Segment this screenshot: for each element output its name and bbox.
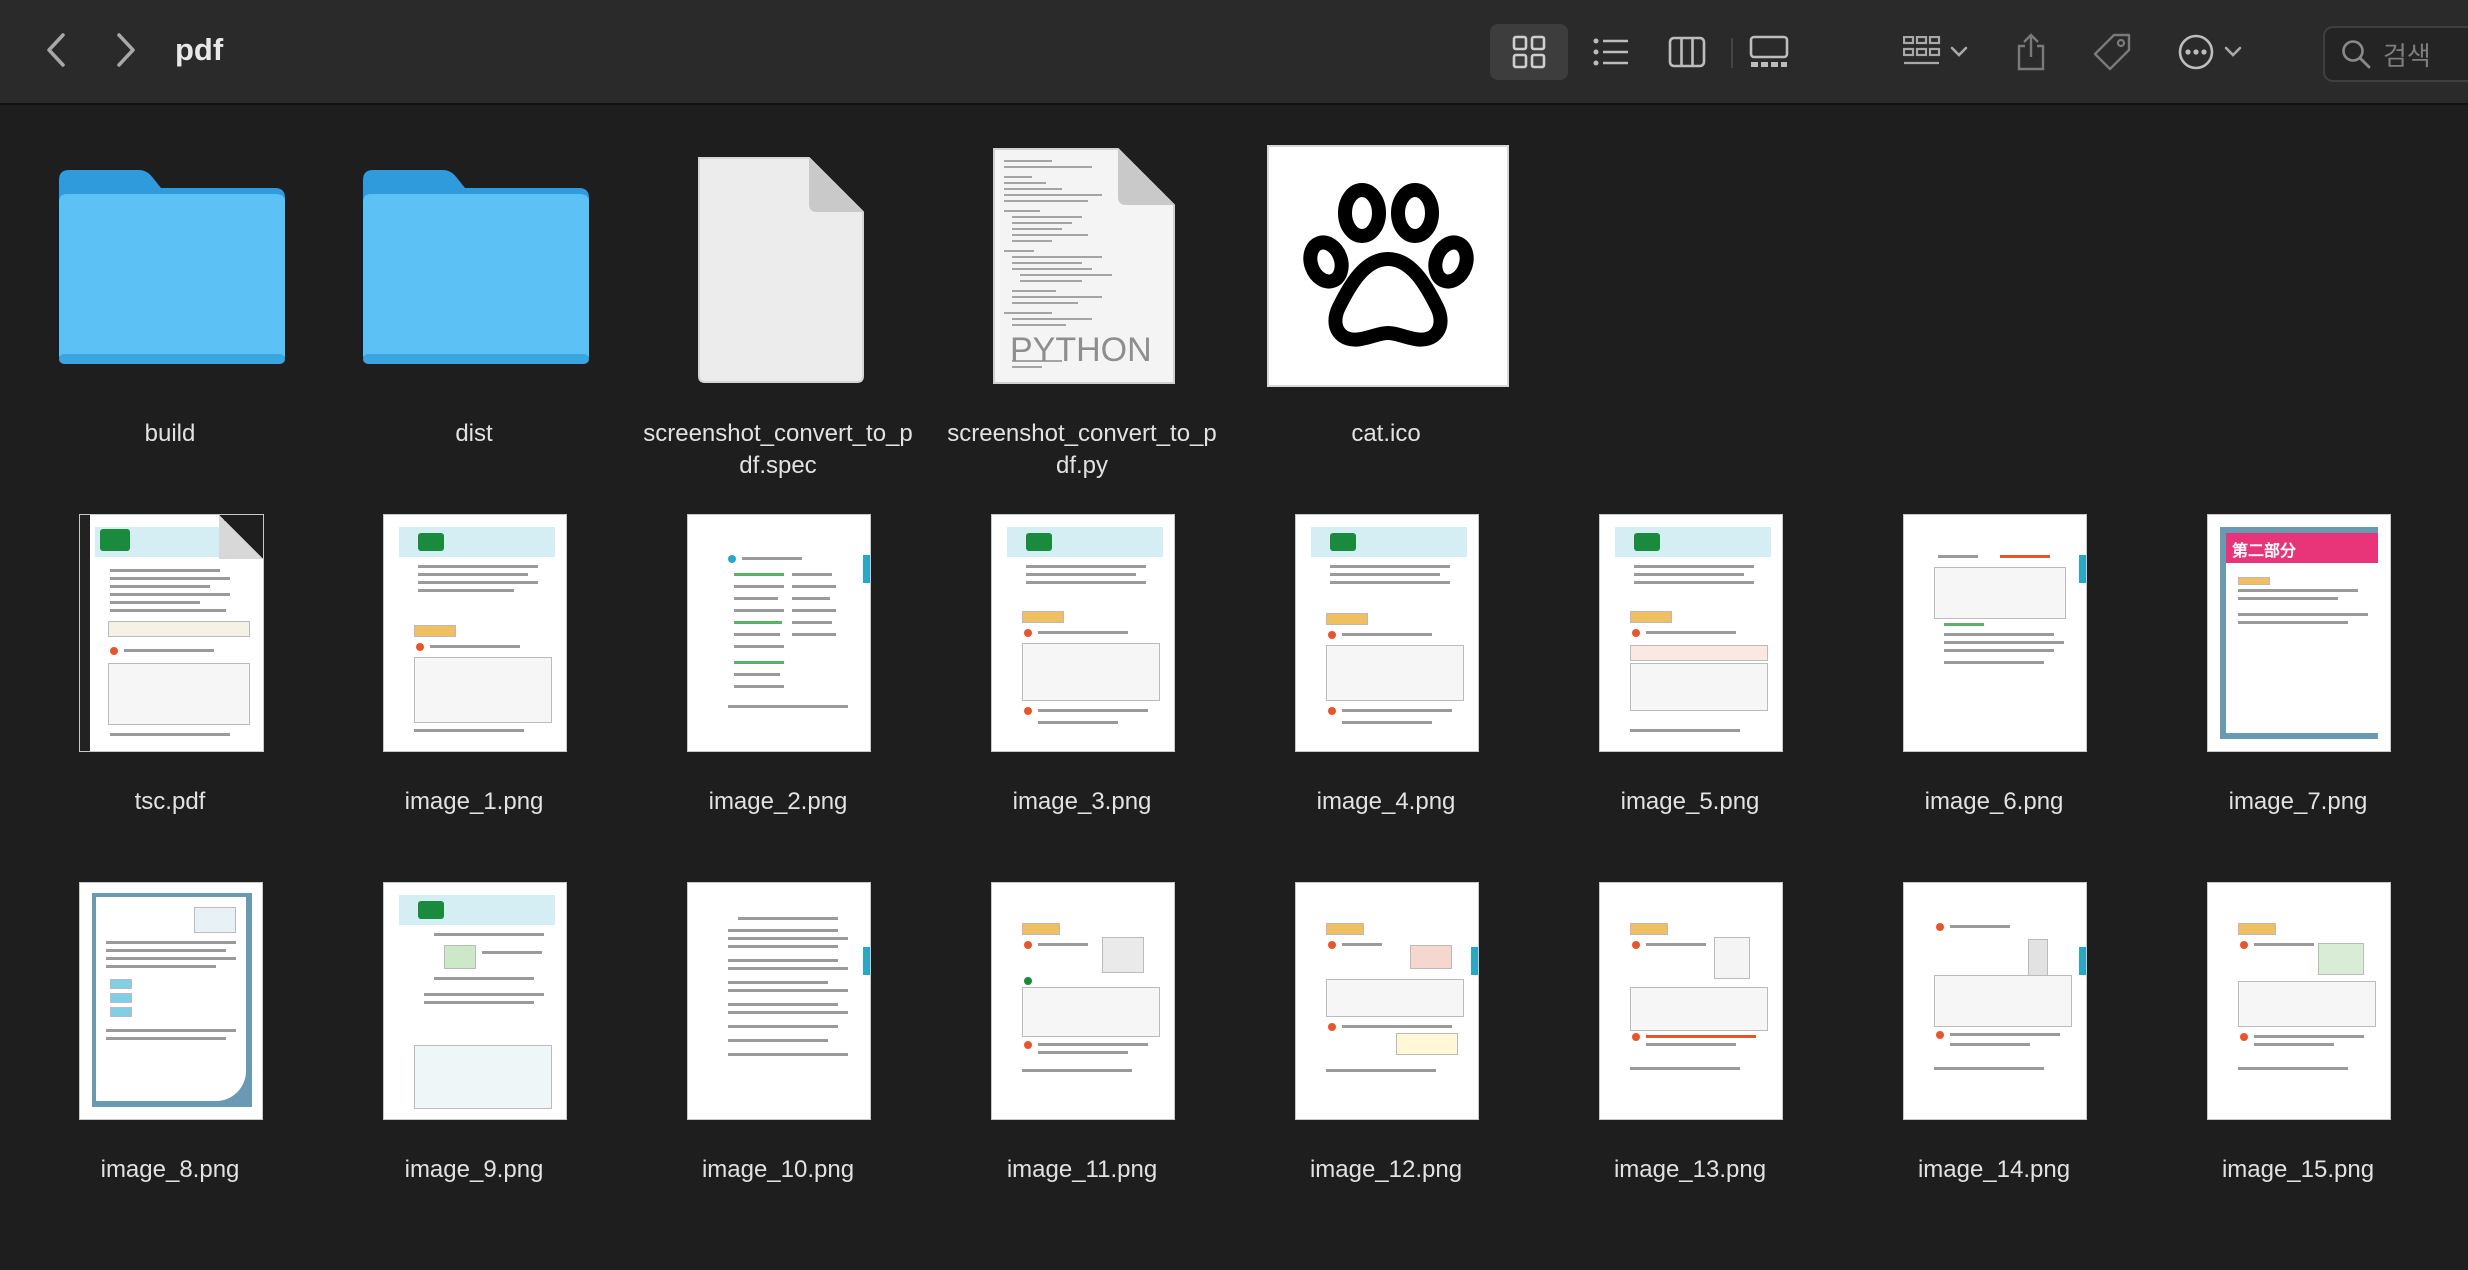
page-heading: 第二部分 xyxy=(2232,543,2297,560)
chevron-down-icon xyxy=(2224,46,2242,57)
group-icon xyxy=(1903,36,1941,65)
file-item-image-3[interactable] xyxy=(992,515,1174,751)
file-item-image-5[interactable] xyxy=(1600,515,1782,751)
file-item-image-8[interactable] xyxy=(80,883,262,1119)
paw-print-icon xyxy=(1303,183,1474,347)
search-icon xyxy=(2342,40,2371,69)
file-label: screenshot_convert_to_p df.py xyxy=(947,420,1217,479)
file-label: dist xyxy=(455,420,493,447)
icon-view-button[interactable] xyxy=(1490,24,1568,80)
file-label: image_9.png xyxy=(404,1156,544,1183)
file-label: build xyxy=(144,420,196,447)
group-button[interactable] xyxy=(1896,24,1976,80)
search-field[interactable]: 검색 xyxy=(2323,26,2468,82)
file-item-image-15[interactable] xyxy=(2208,883,2390,1119)
file-item-image-11[interactable] xyxy=(992,883,1174,1119)
column-view-button[interactable] xyxy=(1648,24,1726,80)
file-label: image_6.png xyxy=(1924,788,2064,815)
file-label: tsc.pdf xyxy=(134,788,206,815)
file-label: image_5.png xyxy=(1620,788,1760,815)
gallery-view-button[interactable] xyxy=(1730,24,1808,80)
file-label: image_4.png xyxy=(1316,788,1456,815)
file-label: image_1.png xyxy=(404,788,544,815)
file-item-image-7[interactable]: 第二部分 xyxy=(2208,515,2390,751)
chevron-down-icon xyxy=(1950,46,1968,57)
file-label: image_11.png xyxy=(1006,1156,1158,1183)
file-item-tsc-pdf[interactable] xyxy=(80,515,263,751)
file-item-dist[interactable] xyxy=(357,168,593,368)
folder-icon xyxy=(363,170,589,364)
file-label: image_8.png xyxy=(100,1156,240,1183)
folder-icon xyxy=(59,170,285,364)
file-item-image-13[interactable] xyxy=(1600,883,1782,1119)
share-icon xyxy=(2017,33,2045,71)
file-item-image-6[interactable] xyxy=(1904,515,2086,751)
tag-button[interactable] xyxy=(2084,24,2140,80)
back-button[interactable] xyxy=(34,28,78,72)
columns-icon xyxy=(1668,36,1706,68)
file-item-image-14[interactable] xyxy=(1904,883,2086,1119)
file-item-image-10[interactable] xyxy=(688,883,870,1119)
file-label: image_13.png xyxy=(1613,1156,1767,1183)
more-icon xyxy=(2178,34,2214,70)
file-item-image-2[interactable] xyxy=(688,515,870,751)
file-label: image_7.png xyxy=(2228,788,2368,815)
share-button[interactable] xyxy=(2006,24,2056,80)
file-item-py[interactable]: PYTHON xyxy=(992,147,1176,385)
gallery-icon xyxy=(1749,35,1789,67)
grid-icon xyxy=(1512,35,1546,69)
file-item-build[interactable] xyxy=(53,168,289,368)
more-actions-button[interactable] xyxy=(2170,24,2250,80)
file-item-cat-ico[interactable] xyxy=(1269,147,1507,385)
file-item-spec[interactable] xyxy=(693,152,869,384)
file-label: screenshot_convert_to_p df.spec xyxy=(643,420,913,479)
file-label: image_2.png xyxy=(708,788,848,815)
chevron-right-icon xyxy=(117,33,135,67)
window-title: pdf xyxy=(175,32,224,67)
tag-icon xyxy=(2093,33,2131,71)
chevron-left-icon xyxy=(47,33,65,67)
list-view-button[interactable] xyxy=(1572,24,1650,80)
document-icon xyxy=(698,157,864,383)
file-label: image_3.png xyxy=(1012,788,1152,815)
list-icon xyxy=(1593,38,1628,66)
search-placeholder: 검색 xyxy=(2383,40,2431,71)
file-label: image_12.png xyxy=(1309,1156,1463,1183)
file-item-image-12[interactable] xyxy=(1296,883,1478,1119)
view-switcher xyxy=(1490,24,1789,80)
file-item-image-4[interactable] xyxy=(1296,515,1478,751)
file-item-image-9[interactable] xyxy=(384,883,566,1119)
file-label: image_10.png xyxy=(701,1156,855,1183)
finder-toolbar: pdf 검색 xyxy=(0,0,2468,105)
file-item-image-1[interactable] xyxy=(384,515,566,751)
file-label: image_15.png xyxy=(2221,1156,2375,1183)
file-label: cat.ico xyxy=(1351,420,1421,447)
file-label: image_14.png xyxy=(1917,1156,2071,1183)
forward-button[interactable] xyxy=(104,28,148,72)
file-type-badge: PYTHON xyxy=(1010,331,1152,369)
